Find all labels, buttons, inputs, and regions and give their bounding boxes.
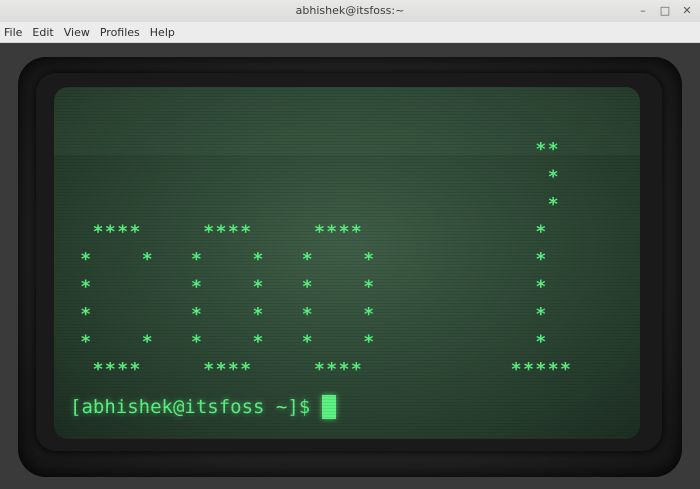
ascii-glyph: *: [216, 222, 227, 243]
menu-bar: File Edit View Profiles Help: [0, 22, 700, 43]
ascii-glyph: *: [535, 359, 546, 380]
ascii-glyph: *: [253, 277, 264, 298]
menu-edit[interactable]: Edit: [27, 26, 58, 39]
minimize-icon[interactable]: –: [636, 2, 650, 18]
ascii-glyph: *: [117, 359, 128, 380]
menu-file[interactable]: File: [0, 26, 27, 39]
ascii-glyph: *: [93, 359, 104, 380]
ascii-glyph: *: [228, 359, 239, 380]
ascii-glyph: *: [240, 222, 251, 243]
ascii-glyph: *: [117, 222, 128, 243]
crt-screen[interactable]: * * * * * * * * * * * * * * * * * * * * * * * * * * * * * * * * * * * * * * * *…: [54, 87, 640, 439]
ascii-glyph: *: [351, 222, 362, 243]
menu-help[interactable]: Help: [145, 26, 180, 39]
ascii-glyph: *: [535, 222, 546, 243]
ascii-glyph: *: [548, 139, 559, 160]
terminal-window: abhishek@itsfoss:~ – □ ✕ File Edit View …: [0, 0, 700, 489]
ascii-glyph: *: [339, 222, 350, 243]
ascii-glyph: *: [363, 249, 374, 270]
ascii-glyph: *: [363, 304, 374, 325]
ascii-glyph: *: [216, 359, 227, 380]
ascii-glyph: *: [314, 222, 325, 243]
ascii-glyph: *: [142, 332, 153, 353]
ascii-glyph: *: [302, 249, 313, 270]
terminal-area[interactable]: * * * * * * * * * * * * * * * * * * * * * * * * * * * * * * * * * * * * * * * *…: [0, 43, 700, 489]
ascii-glyph: *: [363, 277, 374, 298]
ascii-glyph: *: [523, 359, 534, 380]
ascii-glyph: *: [351, 359, 362, 380]
ascii-glyph: *: [191, 277, 202, 298]
ascii-glyph: *: [191, 332, 202, 353]
ascii-glyph: *: [535, 332, 546, 353]
ascii-glyph: *: [80, 249, 91, 270]
ascii-glyph: *: [93, 222, 104, 243]
maximize-icon[interactable]: □: [658, 2, 672, 18]
ascii-glyph: *: [80, 304, 91, 325]
ascii-glyph: *: [548, 359, 559, 380]
ascii-glyph: *: [548, 167, 559, 188]
text-cursor: [322, 395, 337, 419]
ascii-glyph: *: [535, 249, 546, 270]
ascii-glyph: *: [253, 249, 264, 270]
ascii-glyph: *: [511, 359, 522, 380]
ascii-glyph: *: [240, 359, 251, 380]
ascii-glyph: *: [326, 359, 337, 380]
ascii-glyph: *: [80, 277, 91, 298]
menu-profiles[interactable]: Profiles: [95, 26, 145, 39]
close-icon[interactable]: ✕: [680, 2, 694, 18]
window-title: abhishek@itsfoss:~: [295, 4, 405, 17]
shell-prompt: [abhishek@itsfoss ~]$: [70, 396, 311, 418]
ascii-glyph: *: [302, 277, 313, 298]
ascii-glyph: *: [535, 304, 546, 325]
ascii-glyph: *: [363, 332, 374, 353]
ascii-glyph: *: [105, 222, 116, 243]
ascii-glyph: *: [560, 359, 571, 380]
ascii-glyph: *: [80, 332, 91, 353]
ascii-art-cool: * * * * * * * * * * * * * * * * * * * * * * * * * * * * * * * * * * * * * * * *…: [54, 87, 640, 439]
ascii-glyph: *: [302, 304, 313, 325]
ascii-glyph: *: [142, 249, 153, 270]
ascii-glyph: *: [339, 359, 350, 380]
shell-prompt-line[interactable]: [abhishek@itsfoss ~]$: [70, 395, 337, 419]
ascii-glyph: *: [302, 332, 313, 353]
ascii-glyph: *: [314, 359, 325, 380]
menu-view[interactable]: View: [59, 26, 95, 39]
ascii-glyph: *: [548, 194, 559, 215]
window-controls: – □ ✕: [636, 2, 694, 18]
ascii-glyph: *: [326, 222, 337, 243]
ascii-glyph: *: [105, 359, 116, 380]
ascii-glyph: *: [535, 139, 546, 160]
ascii-glyph: *: [253, 332, 264, 353]
ascii-glyph: *: [191, 304, 202, 325]
ascii-glyph: *: [535, 277, 546, 298]
ascii-glyph: *: [203, 222, 214, 243]
ascii-glyph: *: [228, 222, 239, 243]
ascii-glyph: *: [130, 222, 141, 243]
ascii-glyph: *: [191, 249, 202, 270]
title-bar[interactable]: abhishek@itsfoss:~ – □ ✕: [0, 0, 700, 23]
ascii-glyph: *: [130, 359, 141, 380]
ascii-glyph: *: [203, 359, 214, 380]
ascii-glyph: *: [253, 304, 264, 325]
